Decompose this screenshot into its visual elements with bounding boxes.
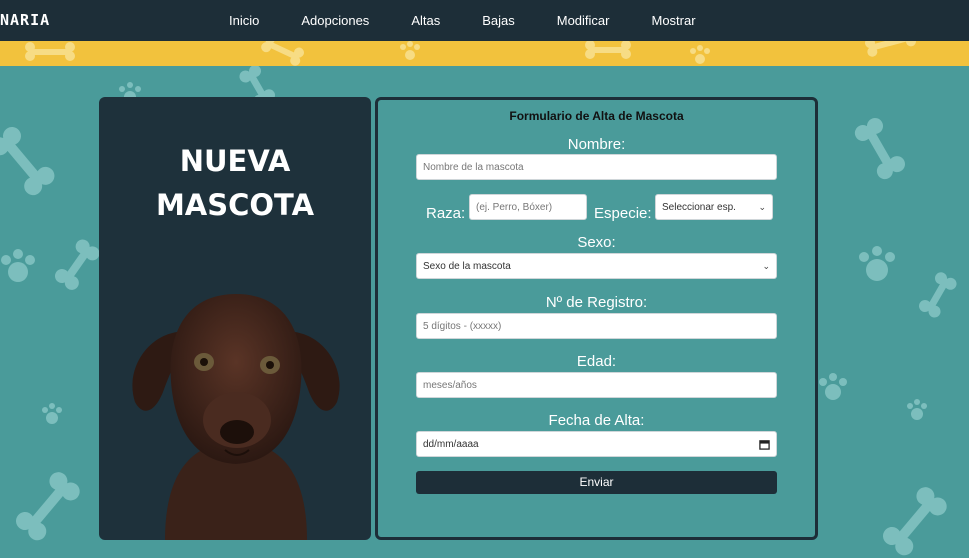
calendar-icon[interactable] (759, 439, 770, 450)
sexo-label: Sexo: (577, 234, 616, 251)
brand-logo[interactable]: NARIA (0, 11, 50, 29)
nav-link-modificar[interactable]: Modificar (557, 13, 610, 28)
pet-registration-form: Formulario de Alta de Mascota Nombre: No… (375, 97, 818, 540)
page-title-line1: NUEVA (179, 144, 291, 178)
nav-link-bajas[interactable]: Bajas (482, 13, 515, 28)
paw-icon (859, 246, 895, 281)
fecha-input[interactable]: dd/mm/aaaa (416, 431, 777, 457)
nav-link-altas[interactable]: Altas (411, 13, 440, 28)
nav-link-inicio[interactable]: Inicio (229, 13, 259, 28)
registro-input[interactable]: 5 dígitos - (xxxxx) (416, 313, 777, 339)
sexo-select[interactable]: Sexo de la mascota ⌄ (416, 253, 777, 279)
decorative-strip (0, 41, 969, 66)
chevron-down-icon: ⌄ (762, 260, 770, 271)
paw-icon (819, 373, 847, 400)
puppy-image (132, 294, 340, 540)
especie-selected-value: Seleccionar esp. (662, 201, 736, 213)
bone-icon (865, 41, 916, 57)
bone-icon (854, 118, 905, 180)
bone-icon (25, 42, 75, 61)
nav-link-mostrar[interactable]: Mostrar (652, 13, 696, 28)
nav-link-adopciones[interactable]: Adopciones (301, 13, 369, 28)
fecha-placeholder: dd/mm/aaaa (423, 438, 479, 450)
navbar: NARIA Inicio Adopciones Altas Bajas Modi… (0, 0, 969, 41)
nombre-label: Nombre: (567, 136, 626, 153)
bone-icon (0, 127, 55, 196)
raza-input[interactable]: (ej. Perro, Bóxer) (469, 194, 587, 220)
paw-icon (907, 399, 927, 420)
paw-icon (42, 403, 62, 424)
edad-label: Edad: (576, 353, 617, 370)
nav-links: Inicio Adopciones Altas Bajas Modificar … (229, 0, 738, 41)
chevron-down-icon: ⌄ (758, 201, 766, 212)
fecha-label: Fecha de Alta: (548, 412, 645, 429)
paw-icon (690, 45, 710, 64)
form-heading: Formulario de Alta de Mascota (509, 109, 684, 123)
sexo-selected-value: Sexo de la mascota (423, 260, 511, 272)
paw-icon (1, 249, 35, 282)
edad-input[interactable]: meses/años (416, 372, 777, 398)
submit-button[interactable]: Enviar (416, 471, 777, 494)
page-title: NUEVA MASCOTA (99, 139, 371, 227)
page-title-line2: MASCOTA (155, 188, 315, 222)
bone-icon (585, 41, 631, 59)
bone-icon (16, 472, 80, 541)
strip-bones (25, 41, 916, 66)
especie-label: Especie: (594, 205, 652, 222)
hero-panel: NUEVA MASCOTA (99, 97, 371, 540)
bone-icon (261, 41, 305, 66)
nombre-input[interactable]: Nombre de la mascota (416, 154, 777, 180)
bone-icon (55, 239, 100, 290)
paw-icon (400, 41, 420, 60)
especie-select[interactable]: Seleccionar esp. ⌄ (655, 194, 773, 220)
raza-label: Raza: (426, 205, 466, 222)
bone-icon (919, 272, 957, 318)
registro-label: Nº de Registro: (545, 294, 648, 311)
bone-icon (883, 487, 947, 556)
